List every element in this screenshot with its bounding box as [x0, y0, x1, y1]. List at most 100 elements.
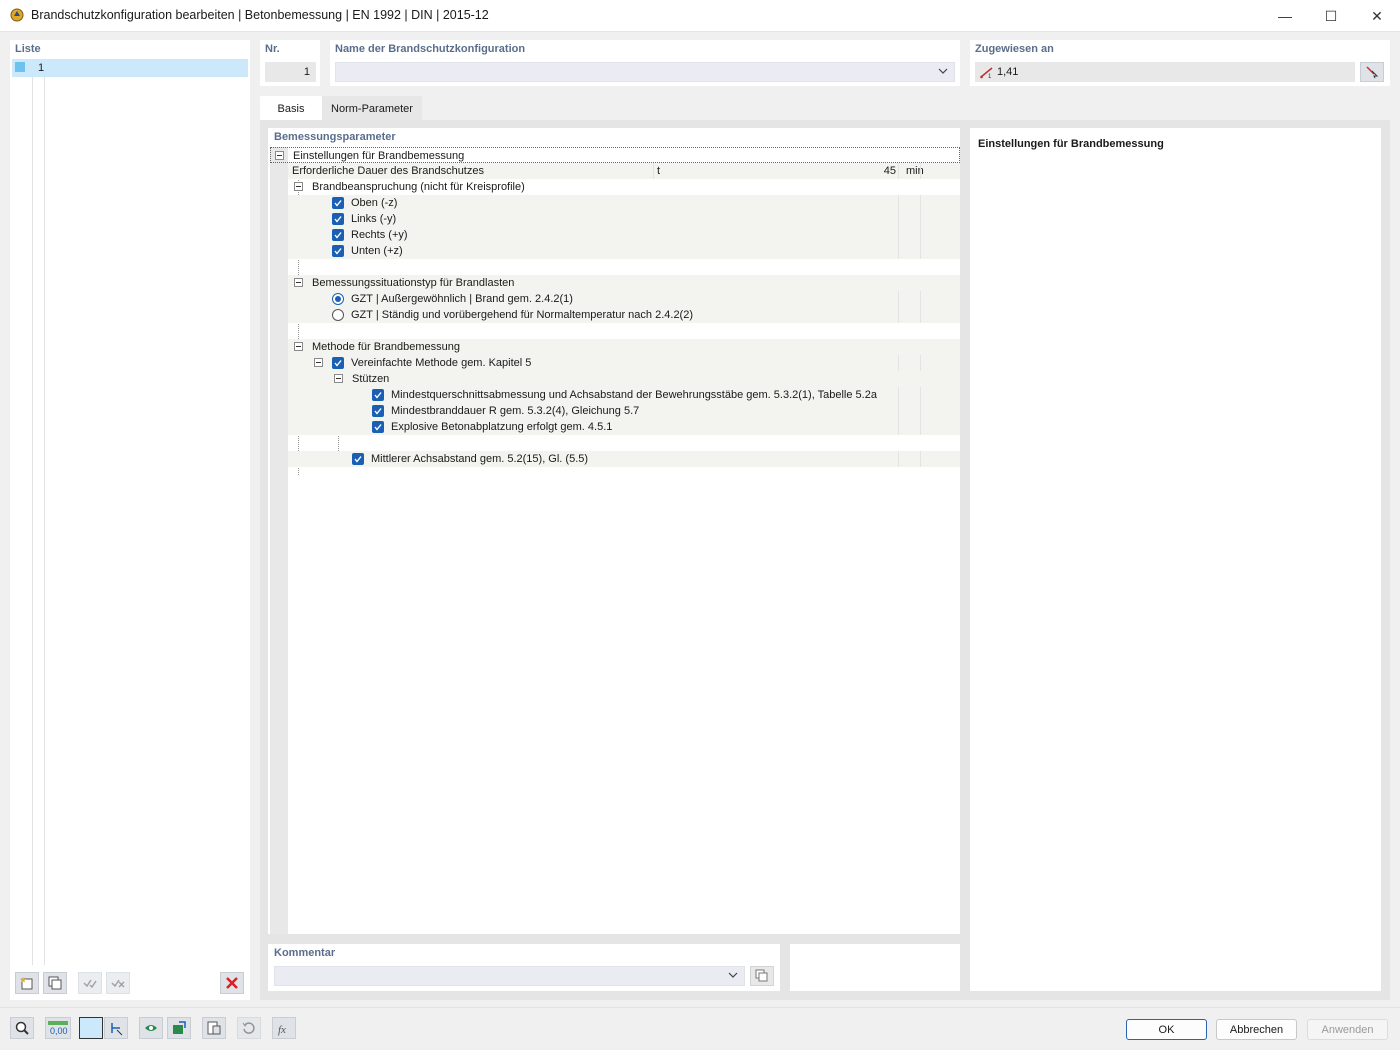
chevron-down-icon[interactable] — [938, 66, 948, 76]
list-column-line — [32, 77, 33, 965]
column-divider — [898, 307, 899, 323]
collapse-icon[interactable] — [314, 358, 323, 367]
bottom-bar: 0,00 fx OK Abbrechen Anwenden — [0, 1007, 1400, 1050]
tree-row-root[interactable]: Einstellungen für Brandbemessung — [270, 147, 960, 163]
column-divider — [898, 195, 899, 211]
collapse-icon[interactable] — [334, 374, 343, 383]
list-item-number: 1 — [38, 62, 45, 74]
table-icon[interactable] — [202, 1017, 226, 1039]
view-icon[interactable] — [139, 1017, 163, 1039]
comment-extra-panel — [790, 944, 960, 991]
tree-row-mean-axis[interactable]: Mittlerer Achsabstand gem. 5.2(15), Gl. … — [288, 451, 960, 467]
column-divider — [920, 403, 921, 419]
list-label: Liste — [15, 43, 41, 55]
name-select[interactable] — [335, 62, 955, 82]
maximize-button[interactable]: ☐ — [1308, 0, 1354, 32]
column-divider — [920, 243, 921, 259]
color-button[interactable] — [79, 1017, 103, 1039]
checkbox-min-cross-section[interactable] — [372, 389, 384, 401]
new-item-button[interactable] — [15, 972, 39, 994]
collapse-icon[interactable] — [294, 342, 303, 351]
chevron-down-icon[interactable] — [728, 970, 738, 980]
ok-button[interactable]: OK — [1126, 1019, 1207, 1040]
tree-row-bottom[interactable]: Unten (+z) — [288, 243, 960, 259]
column-divider — [920, 387, 921, 403]
collapse-icon[interactable] — [275, 151, 284, 160]
bottom-label: Unten (+z) — [351, 245, 403, 257]
minimize-button[interactable]: — — [1262, 0, 1308, 32]
copy-item-button[interactable] — [43, 972, 67, 994]
tree-row-duration[interactable]: Erforderliche Dauer des Brandschutzes t … — [288, 163, 960, 179]
tree-row-right[interactable]: Rechts (+y) — [288, 227, 960, 243]
window-title: Brandschutzkonfiguration bearbeiten | Be… — [31, 8, 489, 22]
description-title: Einstellungen für Brandbemessung — [978, 138, 1164, 150]
comment-select[interactable] — [274, 966, 745, 986]
cancel-button[interactable]: Abbrechen — [1216, 1019, 1297, 1040]
checkbox-spalling[interactable] — [372, 421, 384, 433]
tree-row-situation-persistent[interactable]: GZT | Ständig und vorübergehend für Norm… — [288, 307, 960, 323]
tree-row-situation-accidental[interactable]: GZT | Außergewöhnlich | Brand gem. 2.4.2… — [288, 291, 960, 307]
column-divider — [898, 355, 899, 371]
tree-row-left[interactable]: Links (-y) — [288, 211, 960, 227]
assigned-panel: Zugewiesen an 1 1,41 — [970, 40, 1390, 86]
member-info-icon[interactable] — [104, 1017, 128, 1039]
tree-row-simplified[interactable]: Vereinfachte Methode gem. Kapitel 5 — [288, 355, 960, 371]
checkbox-simplified[interactable] — [332, 357, 344, 369]
duration-value[interactable]: 45 — [868, 165, 896, 177]
list-item[interactable]: 1 — [12, 59, 248, 77]
svg-text:fx: fx — [278, 1024, 286, 1036]
parameters-label: Bemessungsparameter — [274, 131, 396, 143]
number-panel: Nr. 1 — [260, 40, 320, 86]
delete-item-button[interactable] — [220, 972, 244, 994]
reset-icon[interactable] — [237, 1017, 261, 1039]
copy-comment-button[interactable] — [750, 966, 774, 986]
tree-row-min-fire-duration[interactable]: Mindestbranddauer R gem. 5.3.2(4), Gleic… — [288, 403, 960, 419]
column-divider — [920, 163, 921, 179]
tree-row-situation[interactable]: Bemessungssituationstyp für Brandlasten — [288, 275, 960, 291]
tree-row-spalling[interactable]: Explosive Betonabplatzung erfolgt gem. 4… — [288, 419, 960, 435]
checkbox-bottom[interactable] — [332, 245, 344, 257]
check-all-button[interactable] — [78, 972, 102, 994]
checkbox-right[interactable] — [332, 229, 344, 241]
search-icon[interactable] — [10, 1017, 34, 1039]
mean-axis-label: Mittlerer Achsabstand gem. 5.2(15), Gl. … — [371, 453, 589, 465]
tree-row-exposure[interactable]: Brandbeanspruchung (nicht für Kreisprofi… — [288, 179, 960, 195]
duration-symbol: t — [657, 165, 661, 177]
tree-row-top[interactable]: Oben (-z) — [288, 195, 960, 211]
select-members-button[interactable] — [1360, 62, 1384, 82]
checkbox-mean-axis[interactable] — [352, 453, 364, 465]
column-divider — [898, 419, 899, 435]
radio-accidental[interactable] — [332, 293, 344, 305]
tab-norm-parameter[interactable]: Norm-Parameter — [322, 96, 422, 120]
checkbox-top[interactable] — [332, 197, 344, 209]
comment-label: Kommentar — [274, 947, 336, 959]
number-label: Nr. — [265, 43, 280, 55]
right-label: Rechts (+y) — [351, 229, 408, 241]
close-window-button[interactable]: ✕ — [1354, 0, 1400, 32]
uncheck-all-button[interactable] — [106, 972, 130, 994]
name-panel: Name der Brandschutzkonfiguration — [330, 40, 960, 86]
export-icon[interactable] — [167, 1017, 191, 1039]
number-field[interactable]: 1 — [265, 62, 316, 82]
units-button[interactable]: 0,00 — [45, 1017, 71, 1039]
radio-persistent[interactable] — [332, 309, 344, 321]
checkbox-min-fire-duration[interactable] — [372, 405, 384, 417]
tree-row-columns[interactable]: Stützen — [288, 371, 960, 387]
tree-row-method[interactable]: Methode für Brandbemessung — [288, 339, 960, 355]
checkbox-left[interactable] — [332, 213, 344, 225]
collapse-icon[interactable] — [294, 278, 303, 287]
collapse-icon[interactable] — [294, 182, 303, 191]
formula-icon[interactable]: fx — [272, 1017, 296, 1039]
assigned-field[interactable]: 1 1,41 — [975, 62, 1355, 82]
min-cross-section-label: Mindestquerschnittsabmessung und Achsabs… — [391, 389, 877, 401]
apply-button[interactable]: Anwenden — [1307, 1019, 1388, 1040]
svg-text:1: 1 — [988, 74, 992, 79]
color-swatch — [15, 62, 25, 72]
tab-basis[interactable]: Basis — [260, 96, 322, 120]
column-divider — [920, 355, 921, 371]
assigned-label: Zugewiesen an — [975, 43, 1054, 55]
column-divider — [920, 195, 921, 211]
column-divider — [920, 419, 921, 435]
tree-row-min-cross-section[interactable]: Mindestquerschnittsabmessung und Achsabs… — [288, 387, 960, 403]
column-divider — [920, 291, 921, 307]
